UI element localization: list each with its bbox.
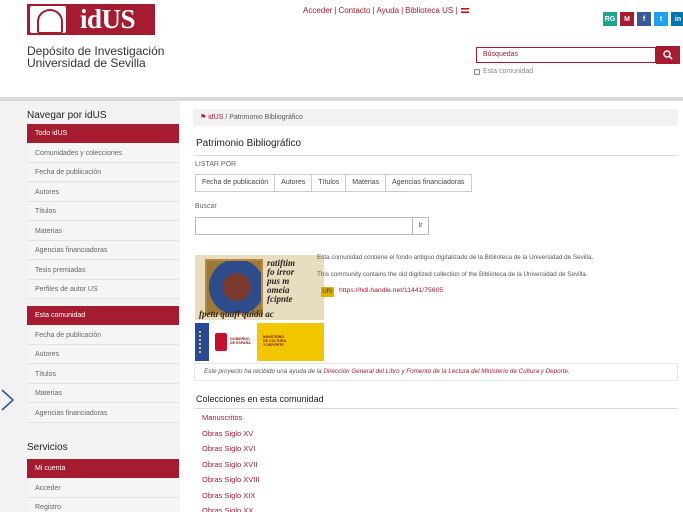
divider — [194, 408, 678, 409]
ministry-logo: GOBIERNO DE ESPAÑA MINISTERIO DE CULTURA… — [195, 323, 324, 361]
collection-link-manuscritos[interactable]: Manuscritos — [202, 413, 242, 422]
sidebar-item-agencias-financiadoras[interactable]: Agencias financiadoras — [27, 241, 179, 260]
collection-link-obras-siglo-xvii[interactable]: Obras Siglo XVII — [202, 460, 257, 469]
breadcrumb-root[interactable]: idUS — [208, 114, 223, 121]
browse-label: LISTAR POR — [195, 161, 237, 168]
breadcrumb: ⚑ idUS / Patrimonio Bibliográfico — [193, 109, 678, 126]
uri-link[interactable]: https://hdl.handle.net/11441/75605 — [339, 287, 443, 294]
manuscript-line: fcipnte — [267, 294, 293, 304]
university-seal-icon — [30, 6, 66, 34]
search-input[interactable]: Búsquedas — [476, 47, 656, 63]
sidebar-item-titulos[interactable]: Títulos — [27, 202, 179, 221]
community-search-input[interactable] — [195, 217, 413, 235]
sidebar-item-materias[interactable]: Materias — [27, 384, 179, 403]
ack-suffix: . — [568, 368, 570, 375]
manuscript-bottom-line: fpetu quafi quidā ac — [199, 309, 274, 319]
collections-heading: Colecciones en esta comunidad — [196, 394, 324, 404]
search-label: Buscar — [195, 203, 217, 210]
ack-prefix: Este proyecto ha recibido una ayuda de l… — [204, 368, 324, 375]
logo-text: idUS — [80, 4, 136, 34]
sidebar-item-fecha-de-publicacion[interactable]: Fecha de publicación — [27, 163, 179, 182]
sidebar-item-comunidades-y-colecciones[interactable]: Comunidades y colecciones — [27, 143, 179, 163]
sidebar-heading-browse: Navegar por idUS — [27, 110, 107, 121]
breadcrumb-current: Patrimonio Bibliográfico — [229, 114, 303, 121]
sidebar-item-tesis-premiadas[interactable]: Tesis premiadas — [27, 260, 179, 280]
sidebar-item-materias[interactable]: Materias — [27, 221, 179, 241]
sidebar-item-titulos[interactable]: Títulos — [27, 364, 179, 384]
researchgate-icon[interactable]: RG — [603, 12, 617, 26]
community-checkbox[interactable]: Esta comunidad — [474, 68, 533, 75]
chevron-right-icon[interactable] — [0, 388, 16, 412]
sidebar-item-fecha-de-publicacion[interactable]: Fecha de publicación — [27, 325, 179, 345]
spain-coat-of-arms-icon: GOBIERNO DE ESPAÑA — [209, 323, 257, 361]
go-button[interactable]: Ir — [413, 217, 429, 235]
gov-right-line-3: Y DEPORTE — [263, 342, 284, 347]
collection-link-obras-siglo-xix[interactable]: Obras Siglo XIX — [202, 491, 255, 500]
description-es: Esta comunidad contiene el fondo antiguo… — [317, 254, 594, 261]
tab-agencias-financiadoras[interactable]: Agencias financiadoras — [386, 175, 470, 191]
tab-materias[interactable]: Materias — [346, 175, 387, 191]
sidebar-item-todo-idus[interactable]: Todo idUS — [27, 124, 179, 143]
browse-tabs: Fecha de publicación Autores Títulos Materi… — [195, 174, 472, 192]
sidebar-item-acceder[interactable]: Acceder — [27, 478, 179, 498]
page: idUS Depósito de Investigación Universid… — [0, 0, 683, 512]
main-content: ⚑ idUS / Patrimonio Bibliográfico Patrim… — [180, 101, 683, 512]
mendeley-icon[interactable]: M — [620, 12, 634, 26]
breadcrumb-separator: / — [225, 114, 228, 121]
tab-autores[interactable]: Autores — [275, 175, 313, 191]
checkbox-icon — [474, 68, 480, 75]
sidebar-item-mi-cuenta[interactable]: Mi cuenta — [27, 459, 179, 478]
social-links: RG Mf t in — [603, 12, 683, 26]
manuscript-image: ratiftim fo irror pus m omeia fcipnte fpetu … — [195, 255, 324, 320]
eu-flag-icon — [195, 323, 209, 361]
acknowledgement: Este proyecto ha recibido una ayuda de l… — [194, 363, 678, 381]
facebook-icon[interactable]: f — [637, 12, 651, 26]
site-title-line-2: Universidad de Sevilla — [27, 56, 146, 70]
home-icon[interactable]: ⚑ — [200, 114, 206, 121]
search-button[interactable] — [656, 46, 680, 64]
tab-titulos[interactable]: Títulos — [312, 175, 347, 191]
divider — [194, 155, 678, 156]
sidebar-item-autores[interactable]: Autores — [27, 345, 179, 364]
collection-link-obras-siglo-xvi[interactable]: Obras Siglo XVI — [202, 444, 255, 453]
sidebar: Navegar por idUS Todo idUS Comunidades y … — [0, 101, 180, 512]
login-link[interactable]: Acceder — [303, 6, 332, 15]
uri-badge: URI — [321, 287, 334, 297]
tab-fecha-de-publicacion[interactable]: Fecha de publicación — [196, 175, 276, 191]
manuscript-text: ratiftim fo irror pus m omeia fcipnte — [267, 259, 324, 304]
linkedin-icon[interactable]: in — [671, 12, 683, 26]
ack-link[interactable]: Dirección General del Libro y Fomento de… — [323, 368, 568, 375]
ministry-name: MINISTERIO DE CULTURA Y DEPORTE — [257, 323, 286, 361]
help-link[interactable]: Ayuda — [377, 6, 400, 15]
search-icon — [663, 50, 673, 60]
site-title: Depósito de Investigación Universidad de… — [27, 45, 164, 69]
collection-link-obras-siglo-xv[interactable]: Obras Siglo XV — [202, 429, 253, 438]
sidebar-item-autores[interactable]: Autores — [27, 182, 179, 202]
sidebar-item-perfiles-de-autor-us[interactable]: Perfiles de autor US — [27, 280, 179, 299]
sidebar-heading-services: Servicios — [27, 442, 68, 453]
contact-link[interactable]: Contacto — [338, 6, 370, 15]
collection-link-obras-siglo-xx[interactable]: Obras Siglo XX — [202, 506, 253, 512]
community-checkbox-label: Esta comunidad — [483, 68, 534, 75]
collection-link-obras-siglo-xviii[interactable]: Obras Siglo XVIII — [202, 475, 260, 484]
illuminated-initial — [205, 259, 263, 315]
library-link[interactable]: Biblioteca US — [405, 6, 453, 15]
idus-logo[interactable]: idUS — [27, 4, 155, 35]
gov-left-line-2: DE ESPAÑA — [230, 341, 251, 345]
sidebar-item-registro[interactable]: Registro — [27, 498, 179, 512]
language-flag-icon[interactable] — [461, 8, 470, 14]
top-links: Acceder | Contacto | Ayuda | Biblioteca US | — [303, 6, 470, 15]
twitter-icon[interactable]: t — [654, 12, 668, 26]
site-header: idUS Depósito de Investigación Universid… — [0, 0, 683, 97]
sidebar-item-esta-comunidad[interactable]: Esta comunidad — [27, 306, 179, 325]
description-en: This community contains the old digitize… — [317, 271, 588, 278]
page-title: Patrimonio Bibliográfico — [196, 138, 302, 149]
sidebar-item-agencias-financiadoras[interactable]: Agencias financiadoras — [27, 403, 179, 423]
